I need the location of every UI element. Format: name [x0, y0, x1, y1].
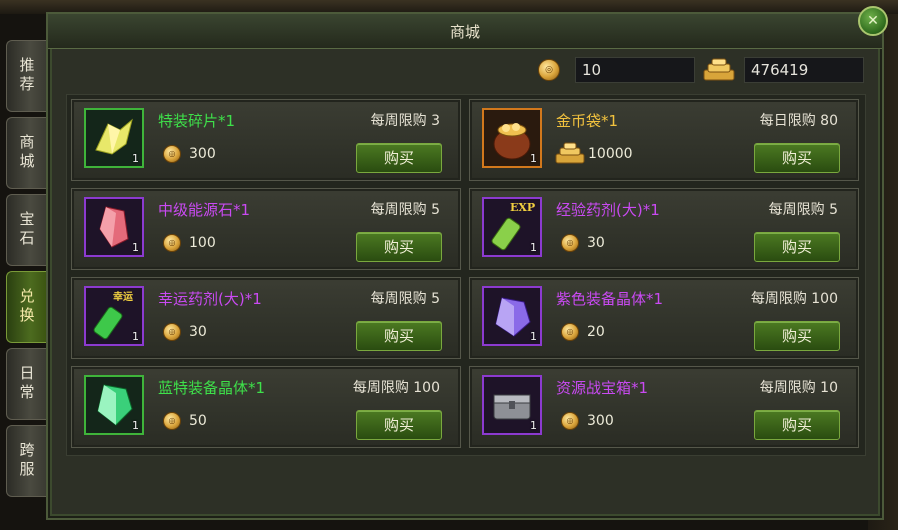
item-count: 1 [530, 419, 537, 432]
purchase-limit: 每周限购 10 [759, 380, 838, 396]
item-count: 1 [132, 152, 139, 165]
coin-icon: ◎ [163, 323, 181, 341]
item-slot[interactable]: 1 [482, 375, 542, 435]
item-count: 1 [132, 241, 139, 254]
tab-exchange[interactable]: 兑换 [6, 271, 46, 343]
item-slot[interactable]: 幸运 1 [84, 286, 144, 346]
item-price: 100 [189, 235, 216, 251]
item-slot[interactable]: 1 [482, 108, 542, 168]
gold-pile-icon [703, 58, 735, 81]
purchase-limit: 每周限购 3 [370, 113, 440, 129]
shop-item-card: 1 蓝特装备晶体*1 每周限购 100 ◎ 50 购买 [71, 366, 461, 448]
purchase-limit: 每日限购 80 [759, 113, 838, 129]
item-name: 中级能源石*1 [158, 201, 251, 219]
tab-daily[interactable]: 日常 [6, 348, 46, 420]
shop-item-card: 1 资源战宝箱*1 每周限购 10 ◎ 300 购买 [469, 366, 859, 448]
item-count: 1 [132, 330, 139, 343]
tab-recommend[interactable]: 推荐 [6, 40, 46, 112]
item-name: 经验药剂(大)*1 [556, 201, 660, 219]
buy-button[interactable]: 购买 [356, 410, 442, 440]
buy-button[interactable]: 购买 [356, 321, 442, 351]
item-count: 1 [132, 419, 139, 432]
purchase-limit: 每周限购 5 [768, 202, 838, 218]
purchase-limit: 每周限购 100 [750, 291, 838, 307]
gold-balance: 476419 [744, 57, 864, 83]
shop-item-card: EXP 1 经验药剂(大)*1 每周限购 5 ◎ 30 购买 [469, 188, 859, 270]
item-price: 300 [587, 413, 614, 429]
tab-label: 商城 [17, 134, 36, 172]
item-name: 资源战宝箱*1 [556, 379, 649, 397]
item-price: 50 [189, 413, 207, 429]
buy-button[interactable]: 购买 [356, 143, 442, 173]
coin-icon: ◎ [561, 234, 579, 252]
tab-label: 日常 [17, 365, 36, 403]
window-title: 商城 [449, 23, 480, 41]
close-icon: ✕ [867, 13, 879, 29]
item-price: 30 [587, 235, 605, 251]
tab-label: 推荐 [17, 57, 36, 95]
title-bar: 商城 [48, 14, 882, 49]
shop-window: 商城 ✕ ◎ 10 476419 1 特装碎片*1 每周限购 3 ◎ 300 购… [46, 6, 888, 520]
item-price: 20 [587, 324, 605, 340]
item-price: 30 [189, 324, 207, 340]
shop-item-card: 1 特装碎片*1 每周限购 3 ◎ 300 购买 [71, 99, 461, 181]
coin-icon: ◎ [163, 234, 181, 252]
tab-cross-server[interactable]: 跨服 [6, 425, 46, 497]
tab-label: 跨服 [17, 442, 36, 480]
coin-balance: 10 [575, 57, 695, 83]
coin-icon: ◎ [163, 145, 181, 163]
tab-label: 兑换 [17, 288, 36, 326]
shop-item-card: 1 紫色装备晶体*1 每周限购 100 ◎ 20 购买 [469, 277, 859, 359]
item-price: 300 [189, 146, 216, 162]
item-slot[interactable]: 1 [84, 108, 144, 168]
shop-item-card: 1 中级能源石*1 每周限购 5 ◎ 100 购买 [71, 188, 461, 270]
item-name: 幸运药剂(大)*1 [158, 290, 262, 308]
shop-item-card: 1 金币袋*1 每日限购 80 10000 购买 [469, 99, 859, 181]
buy-button[interactable]: 购买 [754, 321, 840, 351]
gold-pile-icon [555, 142, 585, 164]
buy-button[interactable]: 购买 [356, 232, 442, 262]
purchase-limit: 每周限购 100 [352, 380, 440, 396]
buy-button[interactable]: 购买 [754, 143, 840, 173]
close-button[interactable]: ✕ [858, 6, 888, 36]
side-tab-bar: 推荐 商城 宝石 兑换 日常 跨服 [6, 40, 48, 502]
currency-row: ◎ 10 476419 [48, 54, 882, 86]
item-slot[interactable]: 1 [84, 197, 144, 257]
item-name: 蓝特装备晶体*1 [158, 379, 266, 397]
coin-icon: ◎ [561, 412, 579, 430]
item-count: 1 [530, 152, 537, 165]
item-badge: 幸运 [113, 290, 133, 303]
tab-label: 宝石 [17, 211, 36, 249]
coin-icon: ◎ [561, 323, 579, 341]
item-grid: 1 特装碎片*1 每周限购 3 ◎ 300 购买 1 金币袋*1 每日限购 80 [66, 94, 866, 456]
coin-icon: ◎ [538, 59, 560, 81]
shop-item-card: 幸运 1 幸运药剂(大)*1 每周限购 5 ◎ 30 购买 [71, 277, 461, 359]
item-slot[interactable]: 1 [482, 286, 542, 346]
item-badge: EXP [510, 201, 535, 214]
item-name: 特装碎片*1 [158, 112, 236, 130]
item-name: 金币袋*1 [556, 112, 619, 130]
item-count: 1 [530, 330, 537, 343]
purchase-limit: 每周限购 5 [370, 202, 440, 218]
item-slot[interactable]: 1 [84, 375, 144, 435]
tab-mall[interactable]: 商城 [6, 117, 46, 189]
item-count: 1 [530, 241, 537, 254]
buy-button[interactable]: 购买 [754, 232, 840, 262]
item-slot[interactable]: EXP 1 [482, 197, 542, 257]
purchase-limit: 每周限购 5 [370, 291, 440, 307]
buy-button[interactable]: 购买 [754, 410, 840, 440]
tab-gems[interactable]: 宝石 [6, 194, 46, 266]
item-price: 10000 [588, 146, 633, 162]
coin-icon: ◎ [163, 412, 181, 430]
item-name: 紫色装备晶体*1 [556, 290, 664, 308]
